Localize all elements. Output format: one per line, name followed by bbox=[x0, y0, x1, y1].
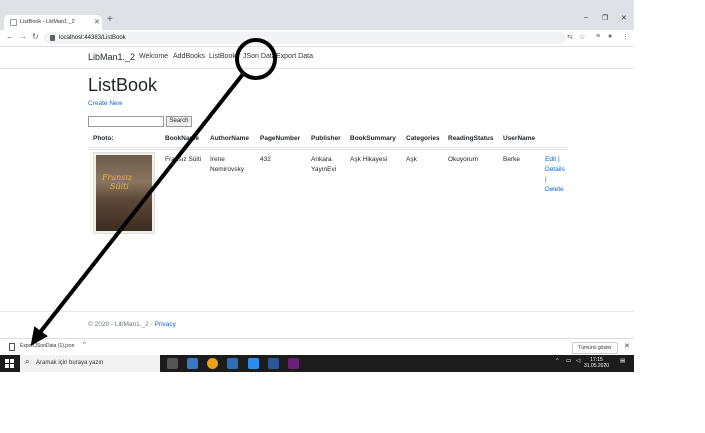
annotation-overlay bbox=[30, 38, 277, 346]
annotation-arrow-line bbox=[36, 72, 245, 337]
annotation-circle bbox=[235, 38, 277, 80]
